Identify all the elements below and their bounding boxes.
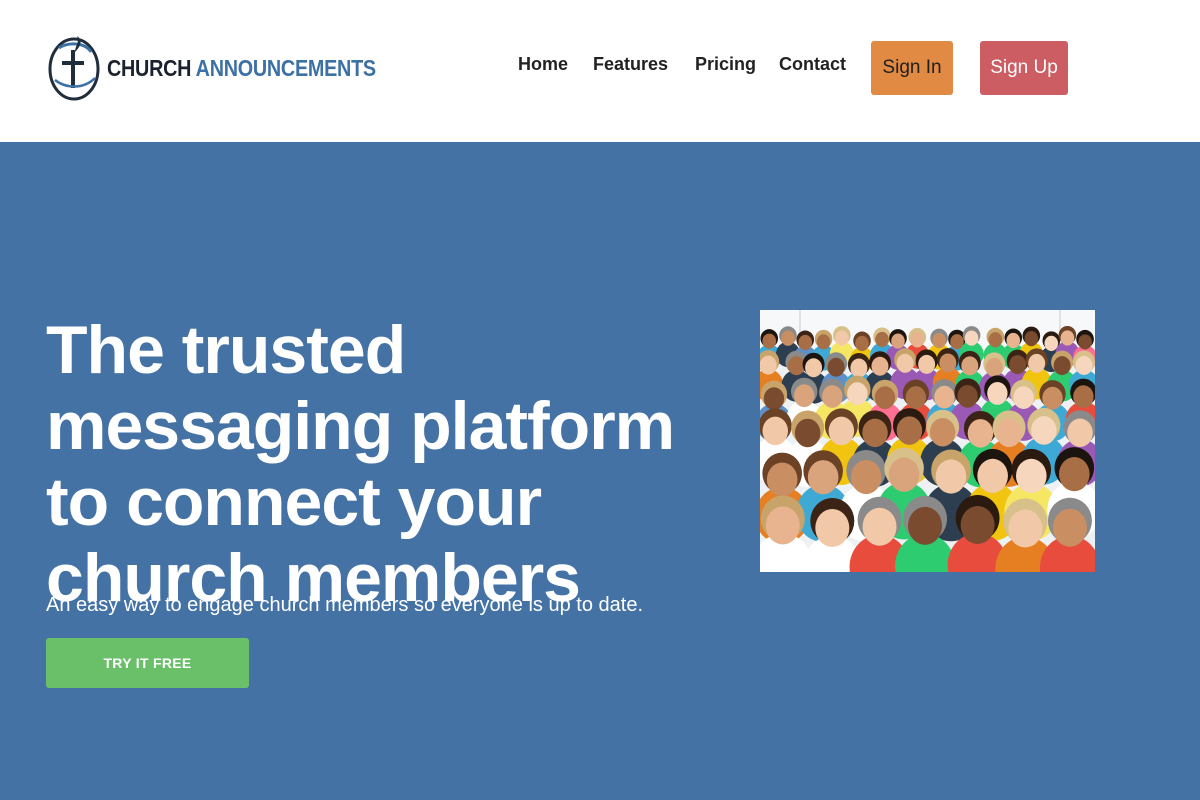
cross-circle-logo-icon: [48, 36, 100, 101]
brand-name-part1: CHURCH: [107, 54, 192, 81]
nav-pricing-link[interactable]: Pricing: [695, 54, 756, 75]
hero-crowd-photo: [760, 310, 1095, 572]
nav-home-link[interactable]: Home: [518, 54, 568, 75]
crowd-illustration: [760, 310, 1095, 572]
try-it-free-button[interactable]: TRY IT FREE: [46, 638, 249, 688]
brand-logo[interactable]: CHURCH ANNOUNCEMENTS: [47, 34, 420, 102]
brand-name-part2: ANNOUNCEMENTS: [195, 54, 376, 81]
brand-name: CHURCH ANNOUNCEMENTS: [107, 55, 376, 82]
nav-contact-link[interactable]: Contact: [779, 54, 846, 75]
sign-in-button[interactable]: Sign In: [871, 41, 953, 95]
hero-section: The trusted messaging platform to connec…: [0, 142, 1200, 800]
nav-features-link[interactable]: Features: [593, 54, 668, 75]
hero-subtitle: An easy way to engage church members so …: [46, 594, 644, 616]
hero-title: The trusted messaging platform to connec…: [46, 312, 675, 616]
site-header: CHURCH ANNOUNCEMENTS Home Features Prici…: [0, 0, 1200, 142]
sign-up-button[interactable]: Sign Up: [980, 41, 1068, 95]
